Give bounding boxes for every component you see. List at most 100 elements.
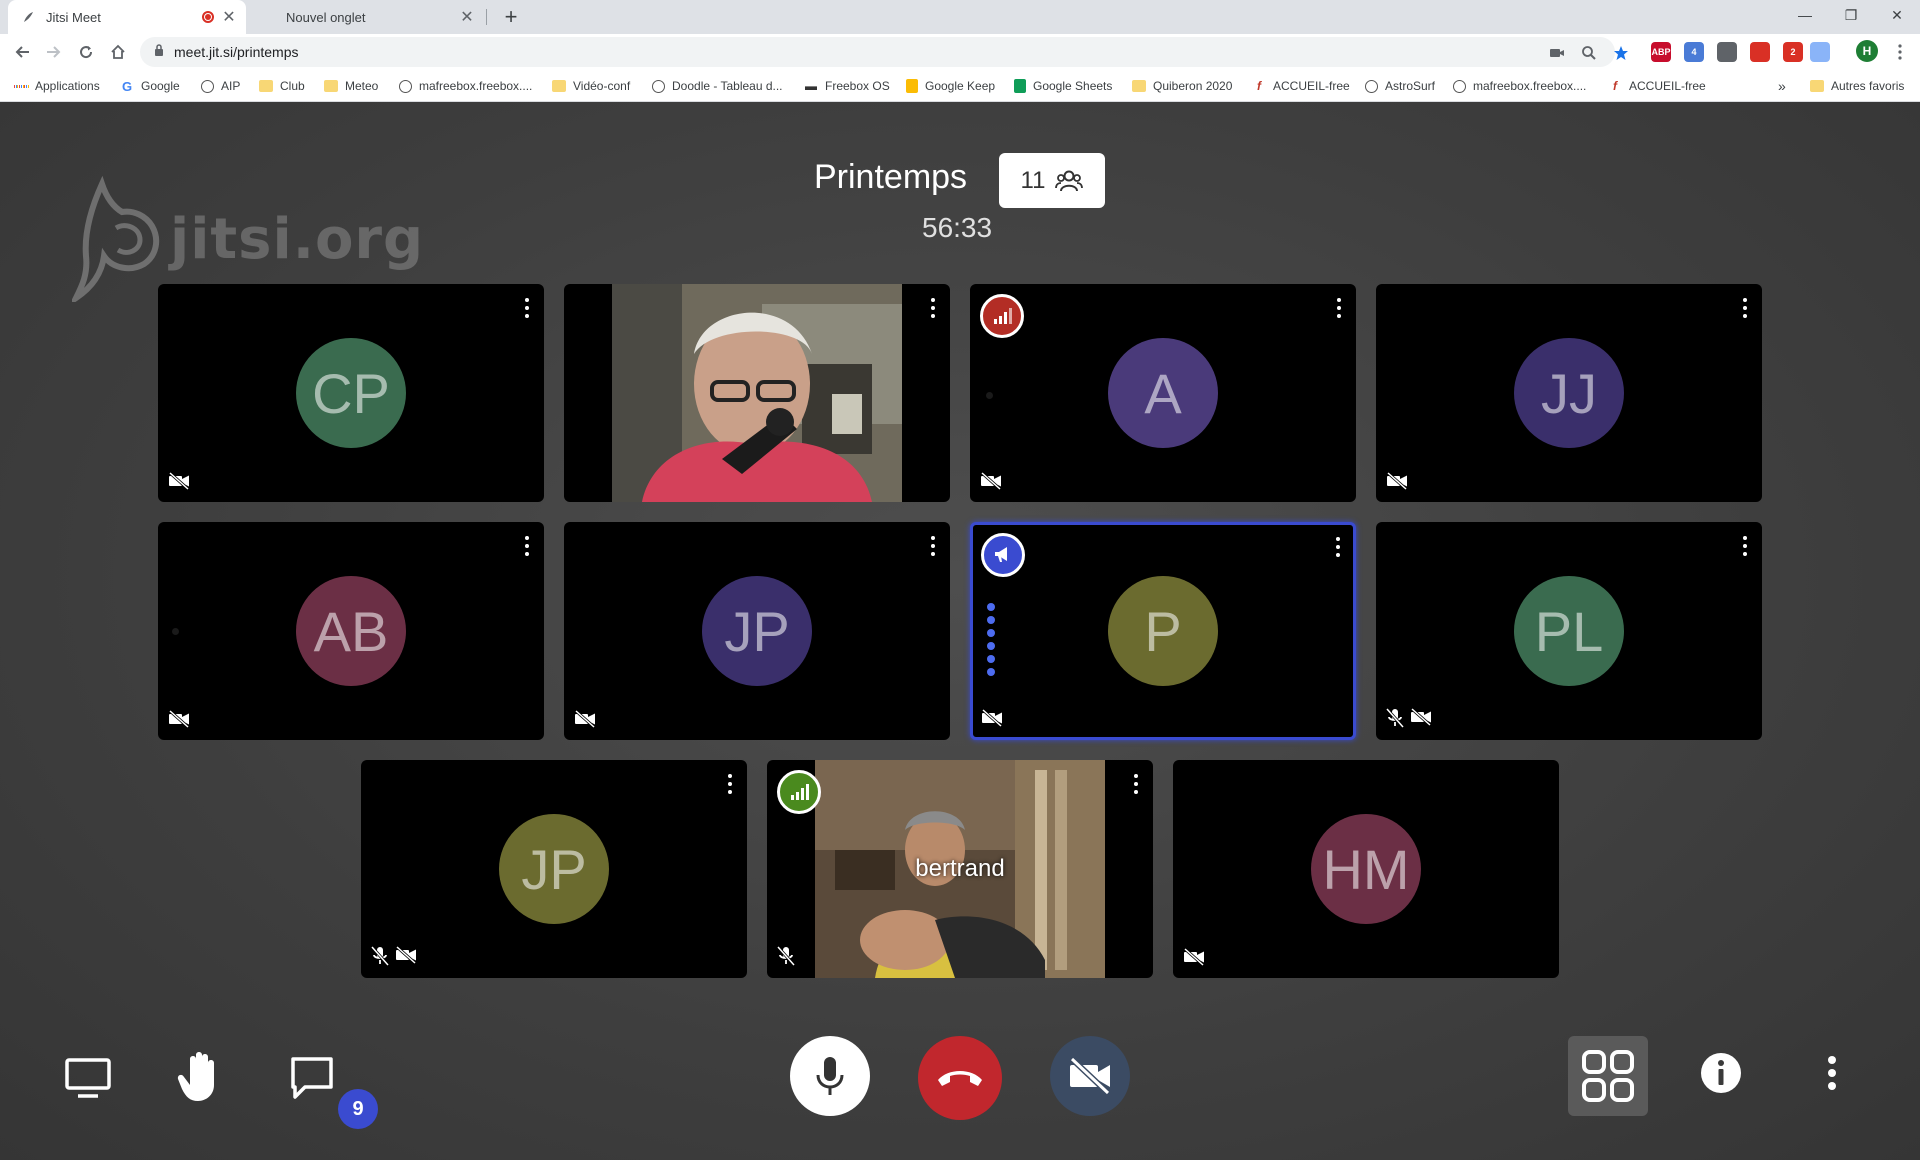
bookmark-star-icon[interactable]: [1612, 44, 1630, 62]
home-button[interactable]: [104, 38, 132, 66]
tile-menu-icon[interactable]: [1335, 537, 1341, 557]
avatar: AB: [296, 576, 406, 686]
meeting-timer: 56:33: [922, 212, 993, 243]
free-icon: f: [1257, 79, 1261, 93]
hangup-button[interactable]: [918, 1036, 1002, 1120]
connection-poor-icon[interactable]: [980, 294, 1024, 338]
participant-tile[interactable]: JJ: [1376, 284, 1762, 502]
extension-badge-icon[interactable]: 4: [1684, 42, 1704, 62]
camera-off-icon: [1184, 948, 1204, 966]
globe-icon: [651, 79, 665, 93]
tile-menu-icon[interactable]: [1742, 298, 1748, 318]
participant-tile-dominant-speaker[interactable]: P: [970, 522, 1356, 740]
participant-tile[interactable]: CP: [158, 284, 544, 502]
tab-jitsi-meet[interactable]: Jitsi Meet ✕: [8, 0, 246, 34]
tab-close-icon[interactable]: ✕: [220, 8, 238, 26]
extension-icon[interactable]: [1750, 42, 1770, 62]
lock-icon: [154, 43, 164, 61]
connection-good-icon[interactable]: [777, 770, 821, 814]
back-button[interactable]: [8, 38, 36, 66]
bookmark-item[interactable]: mafreebox.freebox....: [1452, 70, 1586, 102]
bookmark-item[interactable]: Google Sheets: [1014, 70, 1112, 102]
tile-view-button[interactable]: [1568, 1036, 1648, 1116]
tab-new-tab[interactable]: Nouvel onglet ✕: [248, 0, 484, 34]
bookmark-item[interactable]: mafreebox.freebox....: [398, 70, 532, 102]
tile-status: [1386, 708, 1432, 728]
mic-muted-icon: [371, 946, 389, 966]
info-button[interactable]: [1700, 1052, 1742, 1094]
bookmark-item[interactable]: Meteo: [324, 70, 378, 102]
tab-close-icon[interactable]: ✕: [458, 8, 476, 26]
reload-button[interactable]: [72, 38, 100, 66]
arrow-left-icon: [15, 46, 29, 58]
bookmark-item[interactable]: Quiberon 2020: [1132, 70, 1232, 102]
participant-count: 11: [1020, 166, 1046, 194]
extension-badge-icon[interactable]: 2: [1783, 42, 1803, 62]
participant-tile[interactable]: JP: [361, 760, 747, 978]
tile-menu-icon[interactable]: [524, 536, 530, 556]
info-icon: [1701, 1053, 1741, 1093]
chat-button[interactable]: [284, 1050, 340, 1106]
url-text: meet.jit.si/printemps: [174, 44, 299, 60]
other-bookmarks[interactable]: Autres favoris: [1810, 70, 1904, 102]
bookmark-item[interactable]: AstroSurf: [1364, 70, 1435, 102]
profile-avatar[interactable]: H: [1856, 40, 1878, 62]
bookmark-item[interactable]: Google Keep: [906, 70, 995, 102]
tile-status: [980, 472, 1002, 490]
bookmark-item[interactable]: G Google: [120, 70, 180, 102]
bookmark-item[interactable]: f ACCUEIL-free: [1608, 70, 1706, 102]
more-vertical-icon: [1898, 44, 1902, 60]
participant-tile[interactable]: HM: [1173, 760, 1559, 978]
participant-tile[interactable]: JP: [564, 522, 950, 740]
tile-menu-icon[interactable]: [930, 536, 936, 556]
close-window-button[interactable]: ✕: [1874, 0, 1920, 30]
microphone-button[interactable]: [790, 1036, 870, 1116]
more-button[interactable]: [1820, 1052, 1844, 1094]
avatar: CP: [296, 338, 406, 448]
raise-hand-button[interactable]: [172, 1046, 228, 1106]
tile-menu-icon[interactable]: [1336, 298, 1342, 318]
screenshare-button[interactable]: [60, 1050, 116, 1106]
extension-icon[interactable]: [1717, 42, 1737, 62]
bookmark-item[interactable]: Club: [259, 70, 305, 102]
restore-button[interactable]: ❐: [1828, 0, 1874, 30]
bookmark-item[interactable]: Applications: [14, 70, 100, 102]
address-bar[interactable]: meet.jit.si/printemps: [140, 37, 1628, 67]
tile-menu-icon[interactable]: [1133, 774, 1139, 794]
forward-button[interactable]: [40, 38, 68, 66]
arrow-right-icon: [47, 46, 61, 58]
new-tab-button[interactable]: +: [498, 4, 524, 30]
camera-off-icon: [982, 709, 1002, 727]
adblock-extension-icon[interactable]: ABP: [1651, 42, 1671, 62]
bookmark-item[interactable]: Doodle - Tableau d...: [651, 70, 783, 102]
bookmark-item[interactable]: Vidéo-conf: [552, 70, 630, 102]
hangup-icon: [938, 1071, 982, 1086]
participant-tile[interactable]: A: [970, 284, 1356, 502]
participant-tile[interactable]: bertrand: [767, 760, 1153, 978]
tile-menu-icon[interactable]: [1742, 536, 1748, 556]
bookmark-item[interactable]: f ACCUEIL-free: [1252, 70, 1350, 102]
participant-tile[interactable]: AB: [158, 522, 544, 740]
cloud-extension-icon[interactable]: [1810, 42, 1830, 62]
apps-icon: [14, 79, 28, 93]
participant-tile[interactable]: PL: [1376, 522, 1762, 740]
dominant-speaker-icon[interactable]: [981, 533, 1025, 577]
tile-menu-icon[interactable]: [524, 298, 530, 318]
camera-in-use-icon[interactable]: [1548, 44, 1566, 62]
minimize-button[interactable]: —: [1782, 0, 1828, 30]
globe-icon: [1364, 79, 1378, 93]
participants-count-button[interactable]: 11: [999, 153, 1105, 208]
freebox-icon: ▬: [805, 79, 817, 93]
tile-menu-icon[interactable]: [930, 298, 936, 318]
bookmark-item[interactable]: AIP: [200, 70, 240, 102]
chrome-menu-button[interactable]: [1886, 38, 1914, 66]
tile-menu-icon[interactable]: [727, 774, 733, 794]
tile-status: [1183, 948, 1205, 966]
participant-tile[interactable]: [564, 284, 950, 502]
bookmarks-overflow-button[interactable]: »: [1778, 70, 1786, 102]
folder-icon: [1810, 80, 1824, 92]
camera-toggle-button[interactable]: [1050, 1036, 1130, 1116]
bookmark-item[interactable]: ▬ Freebox OS: [804, 70, 890, 102]
audio-level-indicator: [987, 603, 995, 676]
zoom-icon[interactable]: [1580, 44, 1598, 62]
